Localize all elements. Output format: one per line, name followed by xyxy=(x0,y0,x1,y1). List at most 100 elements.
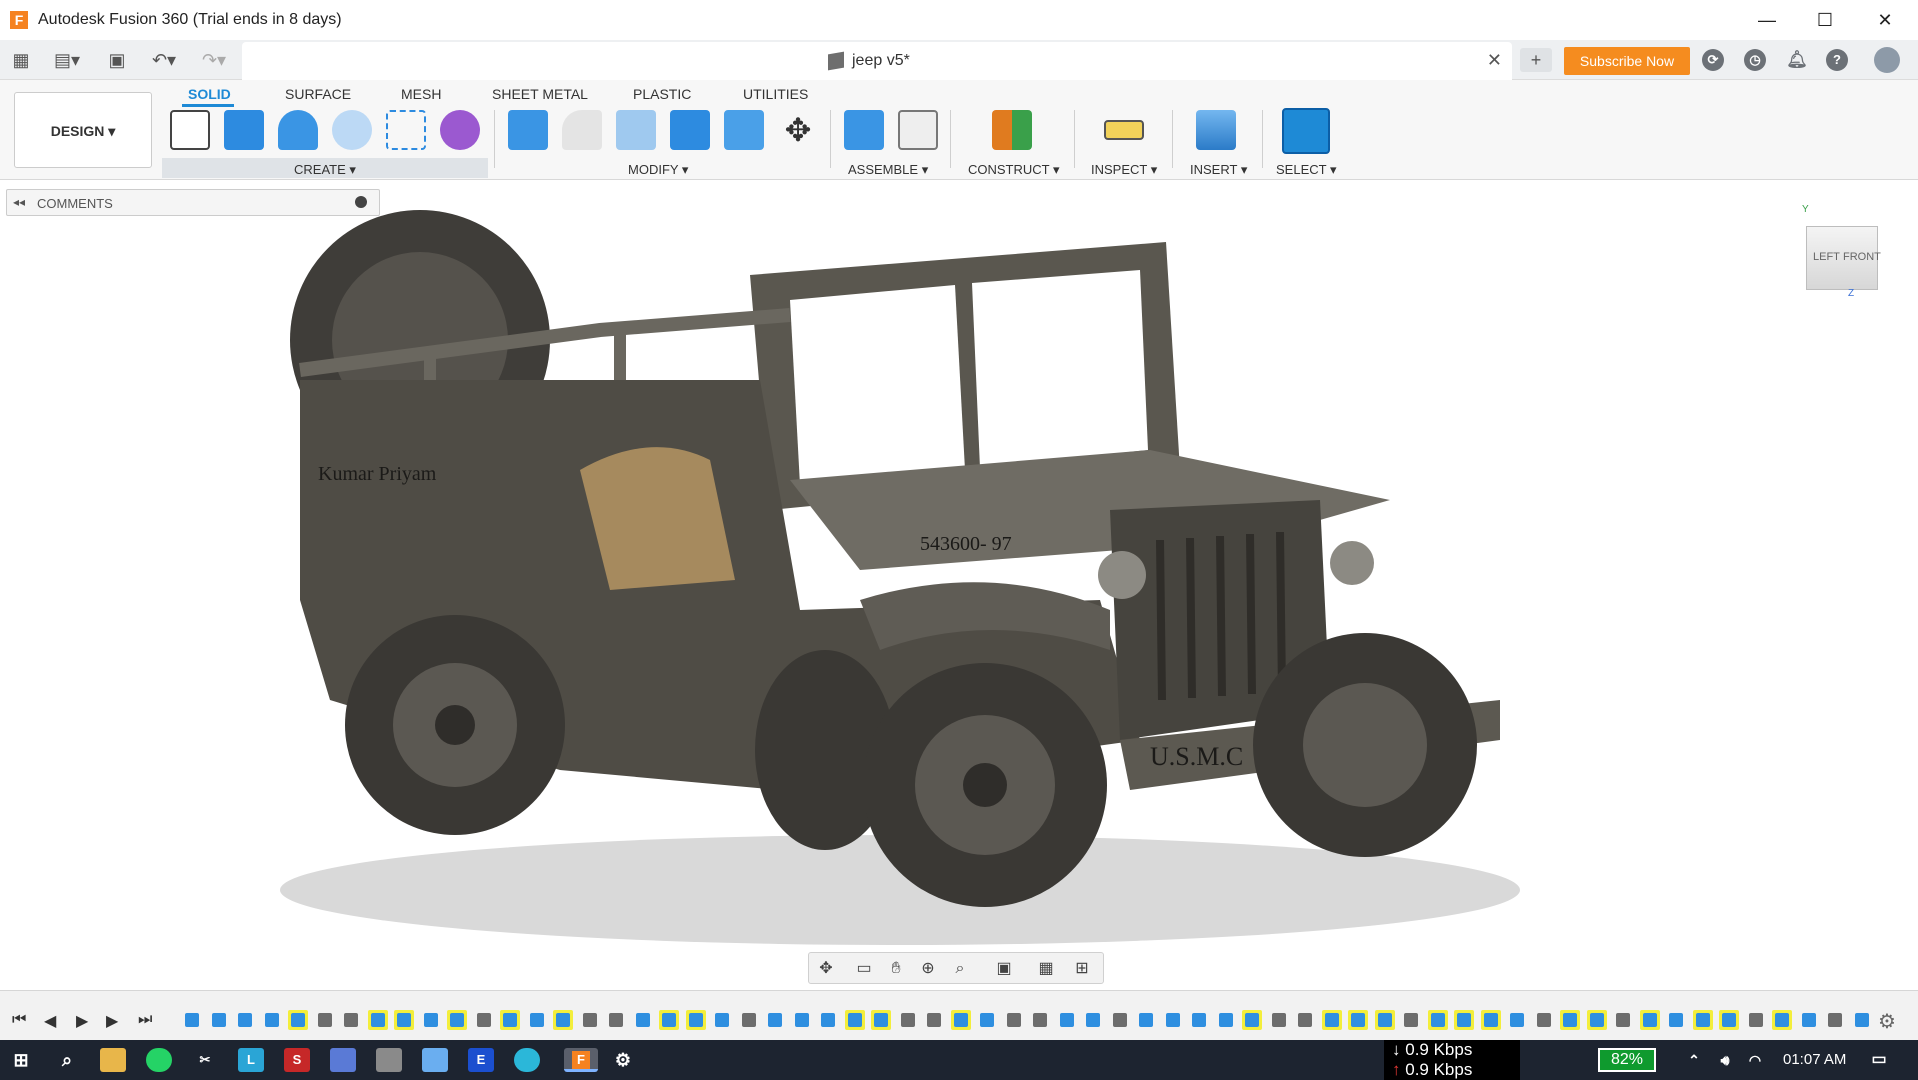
timeline-feature-icon[interactable] xyxy=(1534,1010,1554,1030)
timeline-feature-icon[interactable] xyxy=(580,1010,600,1030)
job-status-icon[interactable]: ◷ xyxy=(1744,49,1766,71)
select-menu[interactable]: SELECT ▾ xyxy=(1276,162,1336,178)
clock[interactable]: 01:07 AM xyxy=(1783,1051,1846,1068)
new-component-icon[interactable] xyxy=(844,110,884,150)
timeline-feature-icon[interactable] xyxy=(1852,1010,1872,1030)
notifications-icon[interactable]: 🔔︎ xyxy=(1786,49,1808,71)
display-settings-icon[interactable]: ▣ xyxy=(993,959,1015,979)
timeline-end-icon[interactable]: ⏭ xyxy=(138,1011,152,1029)
fillet-icon[interactable] xyxy=(562,110,602,150)
viewports-icon[interactable]: ⊞ xyxy=(1071,959,1093,979)
timeline-feature-icon[interactable] xyxy=(898,1010,918,1030)
document-app-icon[interactable] xyxy=(376,1048,402,1072)
undo-icon[interactable]: ↶▾ xyxy=(146,48,182,72)
comments-panel[interactable]: ◂◂ COMMENTS xyxy=(6,189,380,216)
timeline-feature-icon[interactable] xyxy=(1825,1010,1845,1030)
timeline-feature-icon[interactable] xyxy=(1692,1010,1713,1030)
timeline-feature-icon[interactable] xyxy=(288,1010,308,1030)
timeline-feature-icon[interactable] xyxy=(1030,1010,1050,1030)
select-icon[interactable] xyxy=(1282,108,1330,154)
joint-icon[interactable] xyxy=(898,110,938,150)
save-icon[interactable]: ▣ xyxy=(106,48,128,72)
grid-settings-icon[interactable]: ▦ xyxy=(1035,959,1057,979)
timeline-feature-icon[interactable] xyxy=(1083,1010,1103,1030)
timeline-feature-icon[interactable] xyxy=(182,1010,202,1030)
timeline-feature-icon[interactable] xyxy=(1427,1010,1448,1030)
timeline-feature-icon[interactable] xyxy=(341,1010,361,1030)
user-avatar[interactable] xyxy=(1874,47,1900,73)
timeline-feature-icon[interactable] xyxy=(765,1010,785,1030)
new-tab-icon[interactable]: + xyxy=(1520,48,1552,72)
insert-menu[interactable]: INSERT ▾ xyxy=(1190,162,1247,178)
timeline-feature-icon[interactable] xyxy=(818,1010,838,1030)
extensions-icon[interactable]: ⟳ xyxy=(1702,49,1724,71)
document-tab[interactable]: jeep v5* ✕ xyxy=(242,42,1512,80)
timeline-feature-icon[interactable] xyxy=(1746,1010,1766,1030)
offset-plane-icon[interactable] xyxy=(992,110,1032,150)
timeline-feature-icon[interactable] xyxy=(1242,1010,1262,1030)
timeline-feature-icon[interactable] xyxy=(421,1010,441,1030)
pen-app-icon[interactable] xyxy=(422,1048,448,1072)
maximize-button[interactable]: ☐ xyxy=(1796,0,1854,40)
timeline-feature-icon[interactable] xyxy=(262,1010,282,1030)
tab-surface[interactable]: SURFACE xyxy=(285,86,351,102)
pan-icon[interactable]: ✋︎ xyxy=(885,959,907,979)
timeline-feature-icon[interactable] xyxy=(235,1010,255,1030)
timeline-feature-icon[interactable] xyxy=(844,1010,865,1030)
timeline-feature-icon[interactable] xyxy=(1772,1010,1792,1030)
volume-icon[interactable]: 🔊︎ xyxy=(1714,1048,1736,1072)
timeline-feature-icon[interactable] xyxy=(527,1010,547,1030)
combine-icon[interactable] xyxy=(670,110,710,150)
move-copy-icon[interactable]: ✥ xyxy=(778,110,818,150)
timeline-feature-icon[interactable] xyxy=(553,1010,573,1030)
edge-icon[interactable] xyxy=(514,1048,540,1072)
timeline-next-icon[interactable]: ▶ xyxy=(106,1011,118,1031)
timeline-feature-icon[interactable] xyxy=(1454,1010,1474,1030)
tab-sheet-metal[interactable]: SHEET METAL xyxy=(492,86,588,102)
pattern-icon[interactable] xyxy=(386,110,426,150)
search-icon[interactable]: ⌕ xyxy=(54,1048,80,1072)
timeline-feature-icon[interactable] xyxy=(1136,1010,1156,1030)
timeline-feature-icon[interactable] xyxy=(1374,1010,1395,1030)
construct-menu[interactable]: CONSTRUCT ▾ xyxy=(968,162,1060,178)
file-explorer-icon[interactable] xyxy=(100,1048,126,1072)
timeline-feature-icon[interactable] xyxy=(871,1010,891,1030)
timeline-feature-icon[interactable] xyxy=(1639,1010,1660,1030)
timeline-settings-icon[interactable]: ⚙ xyxy=(1878,1009,1896,1034)
timeline-feature-icon[interactable] xyxy=(315,1010,335,1030)
collapse-panel-icon[interactable]: ◂◂ xyxy=(13,195,25,209)
timeline-feature-icon[interactable] xyxy=(1216,1010,1236,1030)
add-comment-icon[interactable] xyxy=(355,196,367,208)
timeline-feature-icon[interactable] xyxy=(367,1010,388,1030)
workspace-switcher[interactable]: DESIGN ▾ xyxy=(14,92,152,168)
orbit-icon[interactable]: ✥ xyxy=(815,959,837,979)
close-window-button[interactable]: ✕ xyxy=(1856,0,1914,40)
start-icon[interactable]: ⊞ xyxy=(8,1048,34,1072)
tab-utilities[interactable]: UTILITIES xyxy=(743,86,808,102)
timeline-previous-icon[interactable]: ◀ xyxy=(44,1011,56,1031)
timeline-feature-icon[interactable] xyxy=(950,1010,971,1030)
timeline-feature-icon[interactable] xyxy=(792,1010,812,1030)
view-cube[interactable]: LEFT FRONT xyxy=(1806,226,1881,290)
timeline-play-icon[interactable]: ▶ xyxy=(76,1011,88,1031)
settings-icon[interactable]: ⚙ xyxy=(610,1048,636,1072)
timeline-feature-icon[interactable] xyxy=(1507,1010,1527,1030)
timeline-feature-icon[interactable] xyxy=(1189,1010,1209,1030)
paint-icon[interactable] xyxy=(330,1048,356,1072)
e-app-icon[interactable]: E xyxy=(468,1048,494,1072)
create-menu[interactable]: CREATE ▾ xyxy=(294,162,356,178)
minimize-button[interactable]: — xyxy=(1738,0,1796,40)
app-grid-icon[interactable]: ▦ xyxy=(10,48,32,72)
close-tab-icon[interactable]: ✕ xyxy=(1487,50,1502,71)
revolve-icon[interactable] xyxy=(278,110,318,150)
timeline-feature-icon[interactable] xyxy=(1057,1010,1077,1030)
tab-mesh[interactable]: MESH xyxy=(401,86,441,102)
extrude-icon[interactable] xyxy=(224,110,264,150)
timeline-feature-icon[interactable] xyxy=(1163,1010,1183,1030)
look-at-icon[interactable]: ▭ xyxy=(853,959,875,979)
timeline-feature-icon[interactable] xyxy=(447,1010,467,1030)
app-icon[interactable]: ✂ xyxy=(192,1048,218,1072)
battery-indicator[interactable]: 82% xyxy=(1598,1048,1656,1072)
timeline-feature-icon[interactable] xyxy=(606,1010,626,1030)
tab-solid[interactable]: SOLID xyxy=(188,86,231,102)
